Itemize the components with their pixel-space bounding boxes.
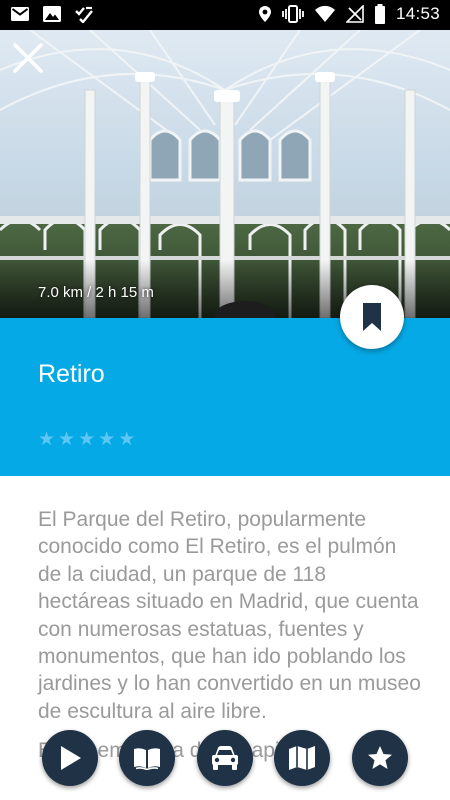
- star-icon: [368, 746, 392, 769]
- route-distance: 7.0 km / 2 h 15 m: [38, 284, 154, 301]
- location-icon: [258, 6, 271, 22]
- car-icon: [212, 746, 238, 770]
- book-icon: [134, 748, 160, 770]
- star-icon: ★: [38, 429, 56, 450]
- hero-image: [0, 30, 450, 318]
- rating-stars[interactable]: ★ ★ ★ ★ ★: [38, 430, 135, 449]
- battery-icon: [374, 4, 385, 24]
- image-icon: [43, 6, 61, 22]
- vibrate-icon: [282, 5, 304, 23]
- play-button[interactable]: [42, 730, 98, 786]
- description-paragraph: El Parque del Retiro, popularmente conoc…: [38, 508, 421, 723]
- guide-button[interactable]: [119, 730, 175, 786]
- checklist-icon: [75, 6, 93, 23]
- map-button[interactable]: [274, 730, 330, 786]
- map-icon: [289, 746, 315, 770]
- action-bar: [0, 730, 450, 790]
- star-icon: ★: [118, 429, 136, 450]
- status-time: 14:53: [395, 4, 440, 23]
- bookmark-button[interactable]: [340, 285, 404, 349]
- close-icon[interactable]: [8, 38, 48, 78]
- status-bar: 14:53: [0, 0, 450, 30]
- gmail-icon: [11, 7, 29, 21]
- glass-palace-photo: [0, 30, 450, 318]
- drive-button[interactable]: [197, 730, 253, 786]
- play-icon: [61, 746, 81, 770]
- wifi-icon: [314, 5, 335, 22]
- favorite-button[interactable]: [352, 730, 408, 786]
- star-icon: ★: [78, 429, 96, 450]
- no-signal-icon: [345, 5, 364, 23]
- place-title: Retiro: [38, 360, 105, 388]
- star-icon: ★: [58, 429, 76, 450]
- star-icon: ★: [98, 429, 116, 450]
- bookmark-icon: [363, 303, 381, 331]
